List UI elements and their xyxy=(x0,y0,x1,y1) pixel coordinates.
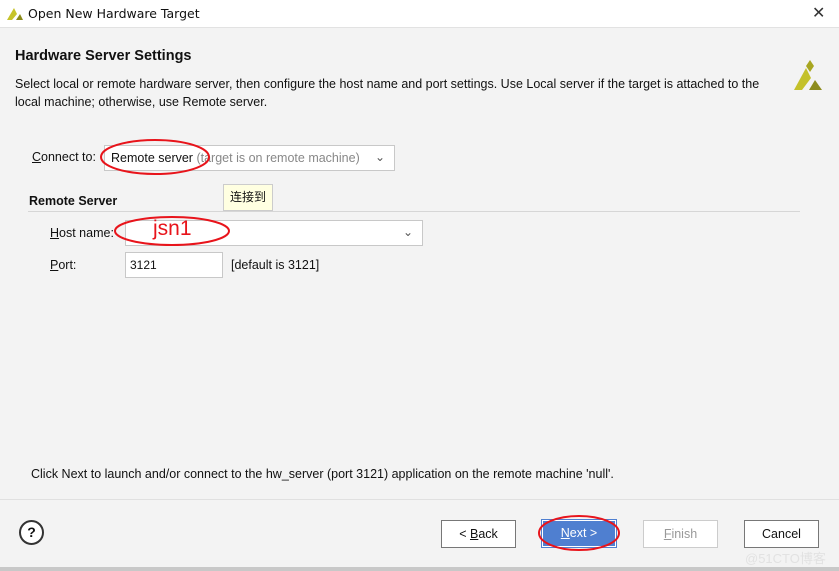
footer-divider xyxy=(0,499,839,500)
section-divider xyxy=(28,211,800,212)
connect-value: Remote server xyxy=(111,151,193,165)
port-input[interactable]: 3121 xyxy=(125,252,223,278)
bottom-border xyxy=(0,567,839,571)
title-bar: Open New Hardware Target ✕ xyxy=(0,0,839,28)
finish-button: Finish xyxy=(643,520,718,548)
chevron-down-icon: ⌄ xyxy=(374,150,385,164)
connect-hint: (target is on remote machine) xyxy=(196,151,360,165)
cancel-button[interactable]: Cancel xyxy=(744,520,819,548)
app-logo-icon xyxy=(7,8,23,20)
port-label: Port: xyxy=(50,258,77,272)
next-button[interactable]: Next > xyxy=(541,519,617,548)
back-button[interactable]: < Back xyxy=(441,520,516,548)
xilinx-logo-icon xyxy=(794,60,822,90)
connect-to-label: Connect to: xyxy=(32,150,96,164)
port-default-hint: [default is 3121] xyxy=(231,258,320,272)
page-title: Hardware Server Settings xyxy=(15,48,192,64)
connect-to-dropdown[interactable]: Remote server (target is on remote machi… xyxy=(104,145,395,171)
close-icon[interactable]: ✕ xyxy=(812,3,825,23)
help-button[interactable]: ? xyxy=(19,520,44,545)
tooltip: 连接到 xyxy=(223,184,273,211)
remote-server-section-label: Remote Server xyxy=(29,194,118,208)
chevron-down-icon: ⌄ xyxy=(402,225,413,239)
window-title: Open New Hardware Target xyxy=(28,6,200,21)
watermark: @51CTO博客 xyxy=(745,551,826,566)
info-text: Click Next to launch and/or connect to t… xyxy=(31,467,614,481)
annotation-host-text: jsn1 xyxy=(153,217,192,240)
host-name-label: Host name: xyxy=(50,226,114,240)
page-description: Select local or remote hardware server, … xyxy=(15,77,760,109)
